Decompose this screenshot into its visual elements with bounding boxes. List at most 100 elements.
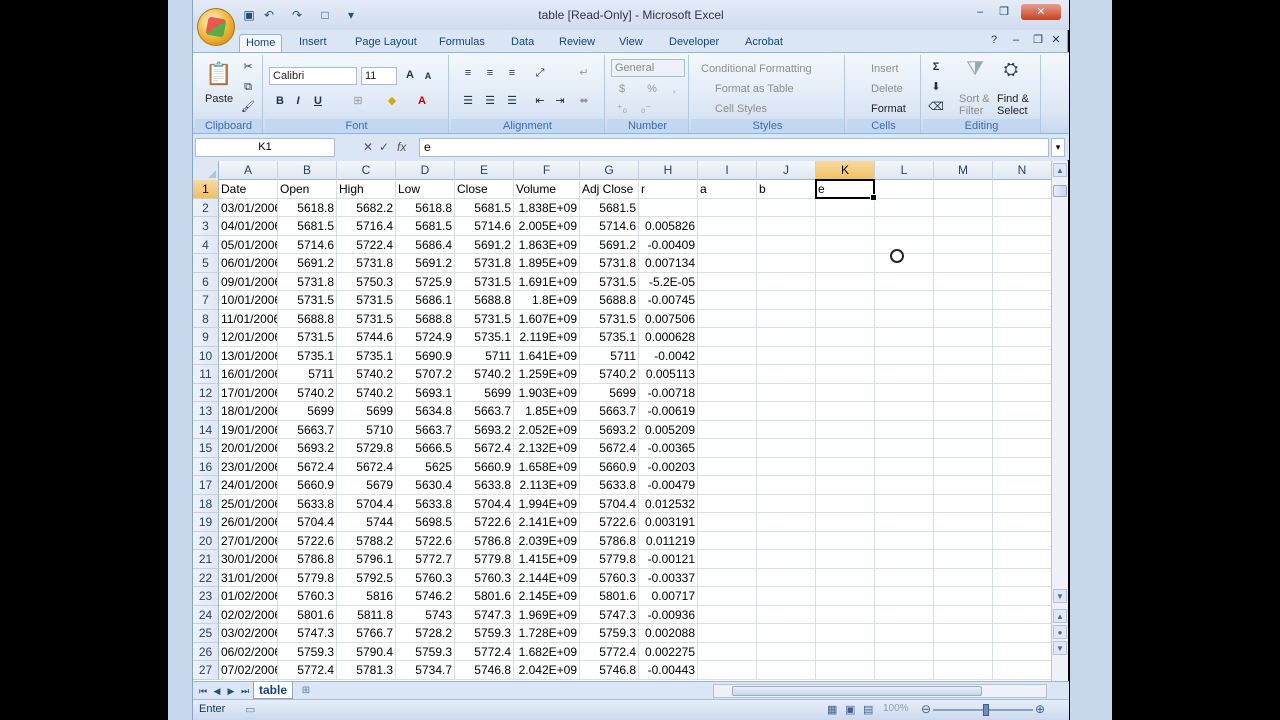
confirm-entry-icon[interactable]: ✓ bbox=[379, 140, 389, 154]
horizontal-scroll-thumb[interactable] bbox=[732, 686, 982, 696]
wrap-text-icon[interactable]: ↵ bbox=[575, 65, 593, 81]
cell-d12[interactable]: 5693.1 bbox=[396, 383, 455, 402]
cell-g27[interactable]: 5746.8 bbox=[580, 661, 639, 680]
cell-e23[interactable]: 5801.6 bbox=[455, 587, 514, 606]
cell-h10[interactable]: -0.0042 bbox=[639, 346, 698, 365]
cell-f9[interactable]: 2.119E+09 bbox=[514, 328, 580, 347]
tab-insert[interactable]: Insert bbox=[293, 34, 333, 52]
row-header[interactable]: 17 bbox=[193, 476, 219, 495]
cell-i7[interactable] bbox=[698, 291, 757, 310]
cell-k4[interactable] bbox=[816, 235, 875, 254]
cell-a16[interactable]: 23/01/2006 bbox=[219, 457, 278, 476]
cell-c15[interactable]: 5729.8 bbox=[337, 439, 396, 458]
cell-b4[interactable]: 5714.6 bbox=[278, 235, 337, 254]
cell-c18[interactable]: 5704.4 bbox=[337, 494, 396, 513]
macro-record-icon[interactable]: ▭ bbox=[245, 703, 255, 716]
row-header[interactable]: 5 bbox=[193, 254, 219, 273]
cell-e24[interactable]: 5747.3 bbox=[455, 605, 514, 624]
cell-m9[interactable] bbox=[934, 328, 993, 347]
cell-f13[interactable]: 1.85E+09 bbox=[514, 402, 580, 421]
cell-l11[interactable] bbox=[875, 365, 934, 384]
cell-j18[interactable] bbox=[757, 494, 816, 513]
shrink-font-button[interactable]: A bbox=[419, 68, 437, 84]
row-header[interactable]: 12 bbox=[193, 383, 219, 402]
cell-b11[interactable]: 5711 bbox=[278, 365, 337, 384]
cell-d3[interactable]: 5681.5 bbox=[396, 217, 455, 236]
font-name-combo[interactable]: Calibri bbox=[269, 67, 357, 85]
cell-g25[interactable]: 5759.3 bbox=[580, 624, 639, 643]
cell-m13[interactable] bbox=[934, 402, 993, 421]
row-header[interactable]: 22 bbox=[193, 568, 219, 587]
bold-button[interactable]: B bbox=[271, 93, 289, 109]
cell-n23[interactable] bbox=[993, 587, 1051, 606]
cell-k17[interactable] bbox=[816, 476, 875, 495]
cell-b12[interactable]: 5740.2 bbox=[278, 383, 337, 402]
cell-j5[interactable] bbox=[757, 254, 816, 273]
prev-page-icon[interactable]: ▲ bbox=[1053, 609, 1067, 623]
cell-e18[interactable]: 5704.4 bbox=[455, 494, 514, 513]
cell-e5[interactable]: 5731.8 bbox=[455, 254, 514, 273]
column-header-c[interactable]: C bbox=[337, 161, 396, 180]
cell-l13[interactable] bbox=[875, 402, 934, 421]
cell-k3[interactable] bbox=[816, 217, 875, 236]
cell-d9[interactable]: 5724.9 bbox=[396, 328, 455, 347]
cell-d17[interactable]: 5630.4 bbox=[396, 476, 455, 495]
cell-j3[interactable] bbox=[757, 217, 816, 236]
cell-f15[interactable]: 2.132E+09 bbox=[514, 439, 580, 458]
cell-k10[interactable] bbox=[816, 346, 875, 365]
cell-c5[interactable]: 5731.8 bbox=[337, 254, 396, 273]
cell-f21[interactable]: 1.415E+09 bbox=[514, 550, 580, 569]
restore-button[interactable]: ❐ bbox=[993, 4, 1015, 20]
cell-i13[interactable] bbox=[698, 402, 757, 421]
cell-c25[interactable]: 5766.7 bbox=[337, 624, 396, 643]
italic-button[interactable]: I bbox=[289, 93, 307, 109]
insert-function-button[interactable]: fx bbox=[397, 140, 406, 154]
borders-icon[interactable]: ⊞ bbox=[349, 93, 367, 109]
cell-k7[interactable] bbox=[816, 291, 875, 310]
cell-n20[interactable] bbox=[993, 532, 1051, 550]
format-as-table-button[interactable]: Format as Table bbox=[715, 83, 794, 95]
cell-m17[interactable] bbox=[934, 476, 993, 495]
cell-b8[interactable]: 5688.8 bbox=[278, 309, 337, 328]
tab-page-layout[interactable]: Page Layout bbox=[349, 34, 423, 52]
insert-sheet-icon[interactable]: ⊞ bbox=[297, 684, 315, 697]
cell-l7[interactable] bbox=[875, 291, 934, 310]
cell-n21[interactable] bbox=[993, 550, 1051, 569]
cell-a1[interactable]: Date bbox=[219, 180, 278, 199]
cell-n16[interactable] bbox=[993, 458, 1051, 476]
sort-filter-label[interactable]: Sort & bbox=[959, 93, 990, 105]
cell-d20[interactable]: 5722.6 bbox=[396, 531, 455, 550]
cell-n14[interactable] bbox=[993, 421, 1051, 439]
cell-j8[interactable] bbox=[757, 309, 816, 328]
column-header-g[interactable]: G bbox=[580, 161, 639, 180]
cell-a23[interactable]: 01/02/2006 bbox=[219, 587, 278, 606]
cell-n8[interactable] bbox=[993, 310, 1051, 328]
cell-i21[interactable] bbox=[698, 550, 757, 569]
cell-l16[interactable] bbox=[875, 457, 934, 476]
first-sheet-icon[interactable]: ⏮ bbox=[197, 684, 209, 698]
office-button[interactable] bbox=[197, 8, 235, 46]
cell-f12[interactable]: 1.903E+09 bbox=[514, 383, 580, 402]
scroll-down-icon[interactable]: ▼ bbox=[1053, 589, 1067, 603]
help-icon[interactable]: ? bbox=[983, 32, 1005, 48]
horizontal-scrollbar[interactable] bbox=[713, 684, 1047, 698]
cell-g8[interactable]: 5731.5 bbox=[580, 309, 639, 328]
cell-c12[interactable]: 5740.2 bbox=[337, 383, 396, 402]
tab-data[interactable]: Data bbox=[505, 34, 540, 52]
cell-k23[interactable] bbox=[816, 587, 875, 606]
cell-d5[interactable]: 5691.2 bbox=[396, 254, 455, 273]
cell-h6[interactable]: -5.2E-05 bbox=[639, 272, 698, 291]
cell-f22[interactable]: 2.144E+09 bbox=[514, 568, 580, 587]
cell-n22[interactable] bbox=[993, 569, 1051, 587]
cell-h2[interactable] bbox=[639, 198, 698, 217]
tab-developer[interactable]: Developer bbox=[663, 34, 725, 52]
minimize-button[interactable]: – bbox=[969, 4, 991, 20]
cell-f2[interactable]: 1.838E+09 bbox=[514, 198, 580, 217]
select-all-corner[interactable] bbox=[193, 161, 219, 180]
cell-b20[interactable]: 5722.6 bbox=[278, 531, 337, 550]
cell-d26[interactable]: 5759.3 bbox=[396, 642, 455, 661]
cell-k18[interactable] bbox=[816, 494, 875, 513]
cell-c19[interactable]: 5744 bbox=[337, 513, 396, 532]
cell-a20[interactable]: 27/01/2006 bbox=[219, 531, 278, 550]
row-header[interactable]: 24 bbox=[193, 605, 219, 624]
